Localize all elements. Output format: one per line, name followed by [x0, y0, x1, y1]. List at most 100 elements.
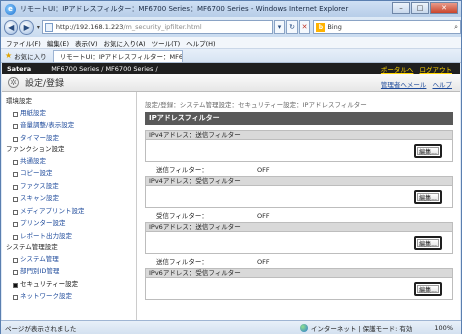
status-key: 送信フィルター：	[156, 166, 208, 174]
menu-tools[interactable]: ツール(T)	[152, 38, 181, 48]
url-text[interactable]: http://192.168.1.223/m_security_ipfilter…	[56, 23, 202, 31]
window-title: リモートUI：IPアドレスフィルター：MF6700 Series：MF6700 …	[20, 5, 349, 13]
tab-title: リモートUI：IPアドレスフィルター：MF6700 ...	[59, 53, 183, 61]
sidebar-item-fax[interactable]: ファクス設定	[2, 180, 136, 193]
sidebar-item-security[interactable]: セキュリティー設定	[2, 278, 136, 291]
menu-file[interactable]: ファイル(F)	[6, 38, 41, 48]
ipv6-send-filter-section: IPv6アドレス：送信フィルター 編集...	[145, 222, 453, 254]
sidebar-item-printer[interactable]: プリンター設定	[2, 217, 136, 230]
zone-label: インターネット | 保護モード: 有効	[310, 324, 413, 333]
address-row: ◀ ▶ ▾ http://192.168.1.223/m_security_ip…	[1, 17, 461, 37]
address-dropdown-icon[interactable]: ▾	[273, 20, 286, 34]
header-sub-links: 管理者へメール ヘルプ	[377, 79, 452, 89]
breadcrumb: 設定/登録：システム管理設定：セキュリティー設定：IPアドレスフィルター	[145, 101, 367, 109]
security-zone[interactable]: インターネット | 保護モード: 有効	[299, 323, 413, 333]
search-provider-label: Bing	[327, 23, 342, 31]
address-bar[interactable]: http://192.168.1.223/m_security_ipfilter…	[41, 20, 273, 34]
menu-view[interactable]: 表示(V)	[75, 38, 98, 48]
recent-pages-dropdown-icon[interactable]: ▾	[37, 24, 40, 31]
page-content: Satera MF6700 Series / MF6700 Series / ポ…	[2, 63, 460, 320]
sidebar-item-common[interactable]: 共通設定	[2, 155, 136, 168]
sidebar-item-timer[interactable]: タイマー設定	[2, 132, 136, 145]
ipv6-receive-filter-section: IPv6アドレス：受信フィルター 編集...	[145, 268, 453, 300]
refresh-icon[interactable]: ↻	[286, 20, 298, 34]
menu-favorites[interactable]: お気に入り(A)	[104, 38, 146, 48]
portal-link[interactable]: ポータルへ	[381, 66, 414, 74]
ipv4-send-filter-section: IPv4アドレス：送信フィルター 編集...	[145, 130, 453, 162]
sidebar-item-network[interactable]: ネットワーク設定	[2, 290, 136, 303]
browser-window: e リモートUI：IPアドレスフィルター：MF6700 Series：MF670…	[0, 0, 462, 334]
status-key: 受信フィルター：	[156, 212, 208, 220]
menu-bar: ファイル(F) 編集(E) 表示(V) お気に入り(A) ツール(T) ヘルプ(…	[1, 37, 461, 49]
sidebar-item-copy[interactable]: コピー設定	[2, 167, 136, 180]
status-row: 受信フィルター： OFF	[145, 212, 453, 221]
section-body: 編集...	[146, 278, 452, 299]
browser-tab[interactable]: リモートUI：IPアドレスフィルター：MF6700 ...	[52, 49, 183, 62]
menu-help[interactable]: ヘルプ(H)	[186, 38, 215, 48]
sidebar-section-system: システム管理設定	[6, 243, 58, 251]
settings-header: ✲ 設定/登録 管理者へメール ヘルプ	[2, 74, 460, 92]
sidebar-item-volume-display[interactable]: 音量調整/表示設定	[2, 119, 136, 132]
back-button[interactable]: ◀	[4, 19, 19, 35]
status-text: ページが表示されました	[5, 324, 77, 333]
admin-mail-link[interactable]: 管理者へメール	[381, 81, 427, 89]
edit-button-ipv4-send[interactable]: 編集...	[414, 144, 442, 158]
section-heading: IPv4アドレス：受信フィルター	[146, 177, 452, 186]
globe-icon	[299, 323, 308, 332]
status-value: OFF	[257, 258, 270, 266]
minimize-button[interactable]: –	[392, 2, 410, 14]
logout-link[interactable]: ログアウト	[420, 66, 453, 74]
window-controls: – □ ✕	[391, 2, 458, 14]
section-title: IPアドレスフィルター	[145, 112, 453, 125]
edit-button-ipv4-receive[interactable]: 編集...	[414, 190, 442, 204]
section-heading: IPv6アドレス：受信フィルター	[146, 269, 452, 278]
sidebar-item-report[interactable]: レポート出力設定	[2, 230, 136, 243]
sidebar-section-function: ファンクション設定	[6, 145, 65, 153]
help-link[interactable]: ヘルプ	[433, 81, 453, 89]
status-bar: ページが表示されました インターネット | 保護モード: 有効 100%	[1, 320, 461, 334]
model-name: MF6700 Series / MF6700 Series /	[51, 64, 158, 73]
page-title: 設定/登録	[25, 79, 65, 89]
sidebar-item-media-print[interactable]: メディアプリント設定	[2, 205, 136, 218]
section-heading: IPv4アドレス：送信フィルター	[146, 131, 452, 140]
status-row: 送信フィルター： OFF	[145, 166, 453, 175]
page-icon	[44, 22, 53, 32]
favorites-bar: ★ お気に入り リモートUI：IPアドレスフィルター：MF6700 ...	[1, 49, 461, 63]
favorites-button[interactable]: ★ お気に入り	[5, 51, 47, 61]
close-button[interactable]: ✕	[430, 2, 458, 14]
sidebar: 環境設定 用紙設定 音量調整/表示設定 タイマー設定 ファンクション設定 共通設…	[2, 92, 137, 320]
bing-logo-icon: b	[316, 22, 326, 32]
section-body: 編集...	[146, 140, 452, 161]
edit-button-ipv6-send[interactable]: 編集...	[414, 236, 442, 250]
gear-icon: ✲	[8, 77, 19, 88]
title-bar: e リモートUI：IPアドレスフィルター：MF6700 Series：MF670…	[1, 1, 461, 17]
sidebar-item-system-management[interactable]: システム管理	[2, 253, 136, 266]
section-body: 編集...	[146, 232, 452, 253]
status-row: 送信フィルター： OFF	[145, 258, 453, 267]
sidebar-section-environment: 環境設定	[6, 97, 32, 105]
header-links: ポータルへ ログアウト	[377, 64, 452, 74]
main-panel: 設定/登録：システム管理設定：セキュリティー設定：IPアドレスフィルター IPア…	[138, 92, 460, 320]
status-value: OFF	[257, 212, 270, 220]
search-box[interactable]: b Bing ⌕	[313, 20, 461, 34]
zoom-level[interactable]: 100%	[434, 324, 453, 332]
brand-name: Satera	[7, 64, 32, 73]
section-body: 編集...	[146, 186, 452, 207]
edit-button-ipv6-receive[interactable]: 編集...	[414, 282, 442, 296]
ipv4-receive-filter-section: IPv4アドレス：受信フィルター 編集...	[145, 176, 453, 208]
satera-header: Satera MF6700 Series / MF6700 Series / ポ…	[2, 63, 460, 74]
status-value: OFF	[257, 166, 270, 174]
search-icon[interactable]: ⌕	[454, 23, 458, 32]
sidebar-item-scan[interactable]: スキャン設定	[2, 192, 136, 205]
menu-edit[interactable]: 編集(E)	[47, 38, 69, 48]
section-heading: IPv6アドレス：送信フィルター	[146, 223, 452, 232]
favorites-label: お気に入り	[14, 52, 47, 61]
stop-icon[interactable]: ✕	[298, 20, 311, 34]
sidebar-item-department-id[interactable]: 部門別ID管理	[2, 265, 136, 278]
maximize-button[interactable]: □	[411, 2, 429, 14]
star-icon: ★	[5, 51, 13, 60]
sidebar-item-paper[interactable]: 用紙設定	[2, 107, 136, 120]
ie-logo-icon: e	[5, 3, 16, 15]
forward-button[interactable]: ▶	[19, 19, 34, 35]
status-key: 送信フィルター：	[156, 258, 208, 266]
